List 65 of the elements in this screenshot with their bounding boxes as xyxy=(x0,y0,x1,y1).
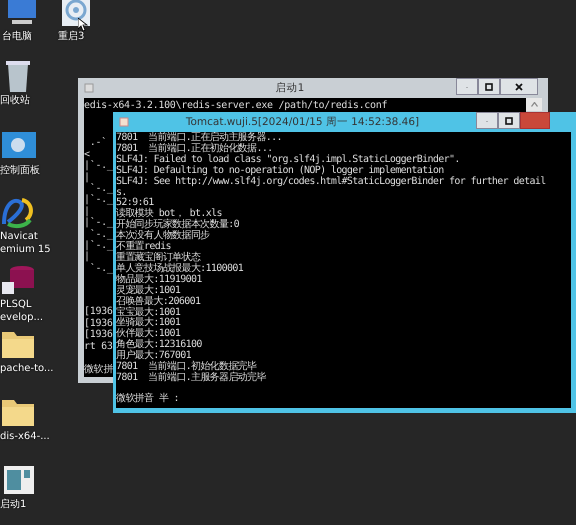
maximize-icon xyxy=(504,116,514,126)
icon-label: 重启3 xyxy=(57,30,84,43)
icon-label: dis-x64-... xyxy=(0,430,50,443)
console-line: |`-._ xyxy=(84,160,113,172)
console-line: | xyxy=(84,251,90,263)
console-line: SLF4J: Failed to load class "org.slf4j.impl.StaticLoggerBinder". xyxy=(116,154,460,165)
maximize-icon xyxy=(484,82,494,92)
console-line: 单人竞技场战报最大:1100001 xyxy=(116,264,244,274)
icon-label: Navicat xyxy=(0,230,38,243)
console-line: |`-._ xyxy=(84,194,113,206)
icon-label: 控制面板 xyxy=(0,164,40,177)
mouse-pointer-icon xyxy=(78,18,88,32)
console-line: 重置藏宝阁订单状态 xyxy=(116,252,200,263)
console-line: 召唤兽最大:206001 xyxy=(116,296,200,307)
console-line: 7801 当前端口.初始化数据完毕 xyxy=(116,362,256,372)
console-line: `-._ xyxy=(88,262,113,274)
icon-label: emium 15 xyxy=(0,243,51,256)
close-button[interactable] xyxy=(500,78,538,95)
maximize-button[interactable] xyxy=(498,112,520,129)
console-line: .-` xyxy=(88,137,107,149)
console-line: 读取模块 bot， bt.xls xyxy=(116,209,222,220)
scrollbar[interactable] xyxy=(526,98,542,111)
maximize-button[interactable] xyxy=(478,78,500,95)
console-line: 开始同步玩家数据本次数量:0 xyxy=(116,220,239,230)
console-line: | xyxy=(84,172,90,184)
console-line: |`-._ xyxy=(84,217,113,229)
console-line: 角色最大:12316100 xyxy=(116,340,202,350)
window-icon xyxy=(84,83,94,93)
java-cup-icon xyxy=(119,117,129,127)
console-line: 用户最大:767001 xyxy=(116,351,191,362)
console-line: `-._ xyxy=(90,183,113,194)
console-line: 物品最大:11919001 xyxy=(116,274,202,285)
icon-label: pache-to... xyxy=(0,362,54,375)
icon-label: 启动1 xyxy=(0,498,26,511)
console-line: |`-._ xyxy=(84,240,113,252)
close-icon xyxy=(514,82,524,92)
console-line: 不重置redis xyxy=(116,242,171,252)
console-line: [1936 xyxy=(84,329,113,340)
console-line: 坐骑最大:1001 xyxy=(116,318,180,328)
window-title: Tomcat.wuji.5[2024/01/15 周一 14:52:38.46] xyxy=(184,115,420,129)
icon-label: 回收站 xyxy=(0,94,30,107)
console-line: SLF4J: Defaulting to no-operation (NOP) logger implementation xyxy=(116,166,444,176)
console-line: `-._ xyxy=(88,228,113,240)
console-line: s. xyxy=(116,188,127,198)
icon-label: 台电脑 xyxy=(1,30,32,43)
console-line: 伙伴最大:1001 xyxy=(116,329,180,340)
console-line: 灵宠最大:1001 xyxy=(116,286,180,296)
console-line: 本次没有人物数据同步 xyxy=(116,231,210,242)
console-line: 52:9:61 xyxy=(116,198,154,208)
console-line: edis-x64-3.2.100\redis-server.exe /path/to/redis.conf xyxy=(84,100,388,112)
console-line: | xyxy=(84,206,90,217)
icon-label: evelop... xyxy=(0,311,44,324)
console-line: < xyxy=(84,148,90,160)
console-line: [1936 xyxy=(84,306,113,318)
icon-label: PLSQL xyxy=(0,298,32,311)
console-line: 宝宝最大:1001 xyxy=(116,308,180,318)
console-line: SLF4J: See http://www.slf4j.org/codes.html#StaticLoggerBinder for further detail xyxy=(116,176,546,188)
scroll-up-icon[interactable] xyxy=(530,102,538,107)
ime-status: 微软拼音 半 : xyxy=(116,394,179,405)
console-line: rt 63 xyxy=(84,340,113,352)
ime-status: 微软拼 xyxy=(84,364,114,376)
console-line: 7801 当前端口.正在初始化数据... xyxy=(116,144,273,154)
console-line: 7801 当前端口.主服务器启动完毕 xyxy=(116,372,266,384)
window-title: 启动1 xyxy=(274,81,306,95)
console-line: [1936 xyxy=(84,318,113,329)
